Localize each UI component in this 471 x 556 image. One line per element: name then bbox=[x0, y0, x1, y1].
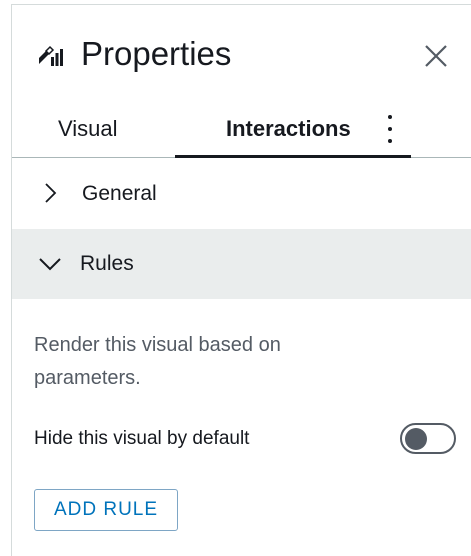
rules-content: Render this visual based on parameters. … bbox=[12, 299, 471, 556]
hide-visual-label: Hide this visual by default bbox=[34, 428, 250, 449]
more-vertical-icon[interactable] bbox=[380, 112, 400, 146]
tab-bar: Visual Interactions bbox=[12, 100, 471, 158]
hide-visual-toggle[interactable] bbox=[400, 423, 456, 454]
section-general-label: General bbox=[82, 182, 157, 205]
rules-description: Render this visual based on parameters. bbox=[34, 334, 281, 389]
panel-header: Properties bbox=[12, 5, 471, 100]
section-rules-header[interactable]: Rules bbox=[12, 229, 471, 299]
section-rules-label: Rules bbox=[80, 252, 134, 275]
tab-visual[interactable]: Visual bbox=[58, 100, 118, 158]
tab-interactions[interactable]: Interactions bbox=[226, 100, 351, 158]
panel-title: Properties bbox=[81, 35, 232, 72]
active-tab-indicator bbox=[175, 155, 411, 158]
properties-panel: Properties Visual Interactions General R… bbox=[11, 4, 471, 556]
chevron-right-icon bbox=[45, 183, 57, 203]
section-general-header[interactable]: General bbox=[12, 159, 471, 229]
toggle-knob bbox=[405, 427, 427, 450]
chart-settings-icon bbox=[39, 45, 63, 66]
chevron-down-icon bbox=[39, 258, 61, 271]
add-rule-button[interactable]: ADD RULE bbox=[34, 489, 178, 531]
close-icon[interactable] bbox=[420, 40, 452, 72]
